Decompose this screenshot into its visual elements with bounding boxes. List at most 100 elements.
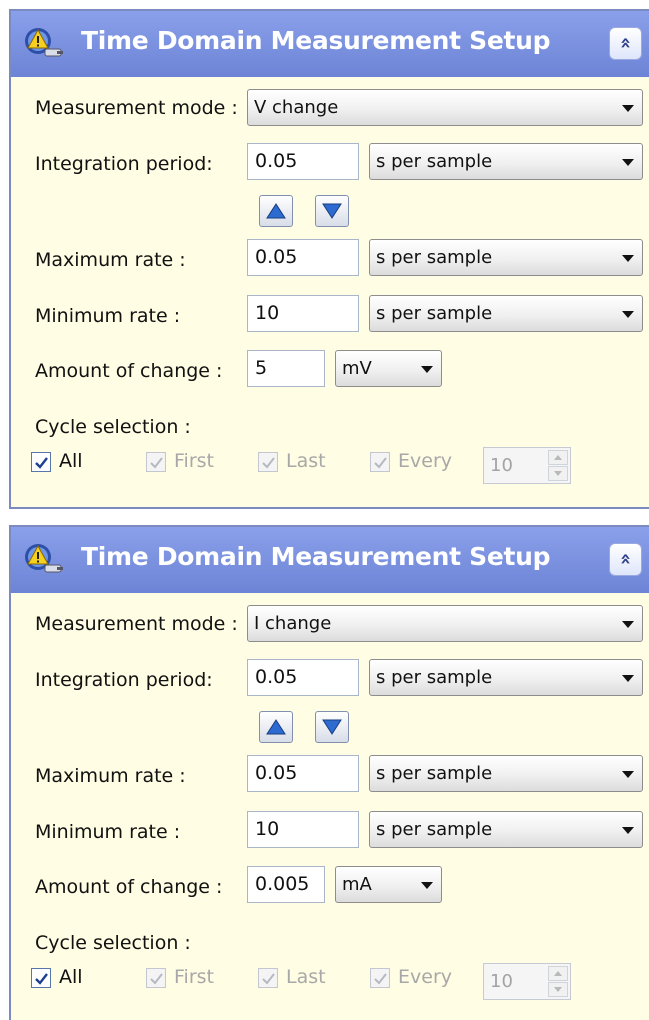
triangle-up-icon (266, 203, 286, 219)
measurement-mode-label: Measurement mode : (35, 97, 238, 119)
panel-title-bar[interactable]: Time Domain Measurement Setup » (11, 527, 649, 593)
last-checkbox[interactable] (258, 968, 278, 988)
panel-title-bar[interactable]: Time Domain Measurement Setup » (11, 11, 649, 77)
integration-period-input[interactable]: 0.05 (247, 659, 359, 696)
measurement-mode-value: V change (254, 97, 339, 118)
every-cycle-spinner[interactable]: 10 (483, 963, 571, 1000)
all-checkbox[interactable] (31, 452, 51, 472)
increase-button[interactable] (259, 711, 293, 743)
measurement-setup-panel: Time Domain Measurement Setup » Measurem… (9, 9, 649, 509)
all-label: All (59, 450, 83, 472)
measurement-mode-value: I change (254, 613, 332, 634)
maximum-rate-unit: s per sample (376, 763, 493, 784)
minimum-rate-unit: s per sample (376, 819, 493, 840)
decrease-button[interactable] (315, 711, 349, 743)
measurement-mode-select[interactable]: I change (247, 605, 643, 642)
checkmark-icon (35, 457, 48, 469)
chevron-down-icon (622, 621, 634, 628)
amount-of-change-unit: mA (342, 874, 372, 895)
chevron-down-icon (622, 255, 634, 262)
integration-period-unit-select[interactable]: s per sample (369, 143, 643, 180)
all-checkbox[interactable] (31, 968, 51, 988)
checkmark-icon (150, 457, 163, 469)
measurement-mode-select[interactable]: V change (247, 89, 643, 126)
minimum-rate-label: Minimum rate : (35, 821, 181, 843)
panel-title: Time Domain Measurement Setup (81, 542, 551, 571)
first-checkbox[interactable] (146, 452, 166, 472)
amount-of-change-label: Amount of change : (35, 876, 223, 898)
amount-of-change-input[interactable]: 5 (247, 350, 325, 387)
integration-period-unit: s per sample (376, 151, 493, 172)
checkmark-icon (262, 457, 275, 469)
checkmark-icon (150, 973, 163, 985)
spinner-down-button[interactable] (548, 466, 568, 481)
maximum-rate-unit-select[interactable]: s per sample (369, 239, 643, 276)
checkmark-icon (35, 973, 48, 985)
spinner-up-button[interactable] (548, 450, 568, 465)
first-label: First (174, 450, 214, 472)
amount-of-change-label: Amount of change : (35, 360, 223, 382)
last-checkbox[interactable] (258, 452, 278, 472)
chevron-down-icon (622, 311, 634, 318)
every-cycle-spinner[interactable]: 10 (483, 447, 571, 484)
chevron-down-icon (622, 675, 634, 682)
integration-period-unit: s per sample (376, 667, 493, 688)
minimum-rate-unit-select[interactable]: s per sample (369, 811, 643, 848)
chevron-down-icon (622, 105, 634, 112)
last-label: Last (286, 966, 326, 988)
every-checkbox[interactable] (370, 452, 390, 472)
maximum-rate-input[interactable]: 0.05 (247, 239, 359, 276)
chevron-down-icon (421, 882, 433, 889)
maximum-rate-unit: s per sample (376, 247, 493, 268)
minimum-rate-unit: s per sample (376, 303, 493, 324)
chevron-down-icon (622, 159, 634, 166)
chevron-down-icon (554, 471, 562, 476)
amount-of-change-unit-select[interactable]: mV (335, 350, 442, 387)
triangle-down-icon (322, 719, 342, 735)
minimum-rate-unit-select[interactable]: s per sample (369, 295, 643, 332)
checkmark-icon (262, 973, 275, 985)
all-label: All (59, 966, 83, 988)
minimum-rate-label: Minimum rate : (35, 305, 181, 327)
increase-button[interactable] (259, 195, 293, 227)
maximum-rate-unit-select[interactable]: s per sample (369, 755, 643, 792)
every-cycle-value: 10 (490, 455, 513, 476)
collapse-button[interactable]: » (609, 543, 642, 576)
every-checkbox[interactable] (370, 968, 390, 988)
first-label: First (174, 966, 214, 988)
maximum-rate-input[interactable]: 0.05 (247, 755, 359, 792)
every-cycle-value: 10 (490, 971, 513, 992)
chevron-down-icon (622, 827, 634, 834)
collapse-button[interactable]: » (609, 27, 642, 60)
amount-of-change-input[interactable]: 0.005 (247, 866, 325, 903)
chevron-down-icon (421, 366, 433, 373)
amount-of-change-unit: mV (342, 358, 372, 379)
integration-period-input[interactable]: 0.05 (247, 143, 359, 180)
decrease-button[interactable] (315, 195, 349, 227)
cycle-selection-label: Cycle selection : (35, 416, 191, 438)
double-chevron-up-icon: » (614, 552, 637, 566)
chevron-up-icon (554, 971, 562, 976)
amount-of-change-unit-select[interactable]: mA (335, 866, 442, 903)
measurement-setup-icon (25, 544, 63, 573)
last-label: Last (286, 450, 326, 472)
checkmark-icon (374, 457, 387, 469)
panel-title: Time Domain Measurement Setup (81, 26, 551, 55)
spinner-up-button[interactable] (548, 966, 568, 981)
chevron-down-icon (622, 771, 634, 778)
first-checkbox[interactable] (146, 968, 166, 988)
minimum-rate-input[interactable]: 10 (247, 811, 359, 848)
chevron-up-icon (554, 455, 562, 460)
integration-period-label: Integration period: (35, 669, 213, 691)
every-label: Every (398, 450, 452, 472)
integration-period-unit-select[interactable]: s per sample (369, 659, 643, 696)
measurement-setup-panel: Time Domain Measurement Setup » Measurem… (9, 525, 649, 1020)
minimum-rate-input[interactable]: 10 (247, 295, 359, 332)
maximum-rate-label: Maximum rate : (35, 765, 186, 787)
spinner-down-button[interactable] (548, 982, 568, 997)
double-chevron-up-icon: » (614, 36, 637, 50)
chevron-down-icon (554, 987, 562, 992)
triangle-down-icon (322, 203, 342, 219)
measurement-setup-icon (25, 28, 63, 57)
checkmark-icon (374, 973, 387, 985)
